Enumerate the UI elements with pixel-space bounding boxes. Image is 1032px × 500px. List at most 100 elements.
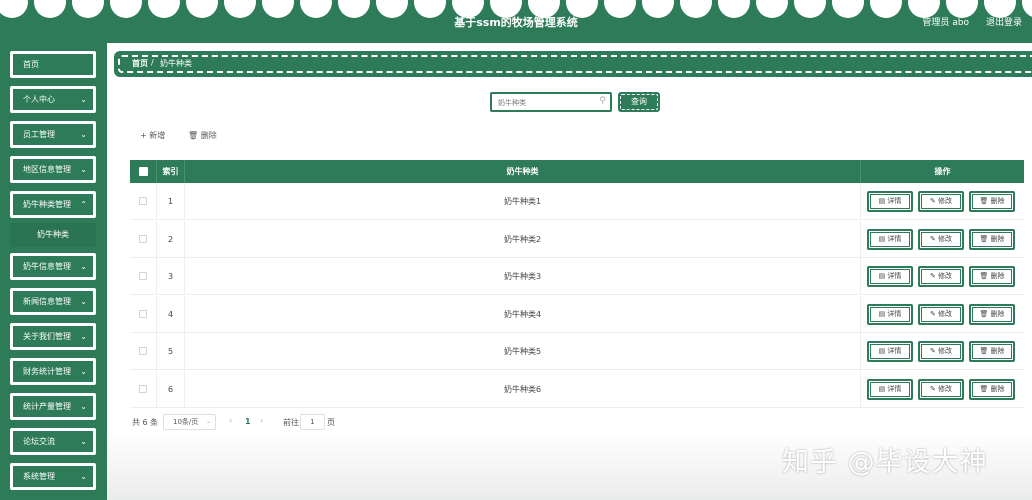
sidebar-item-system[interactable]: 系统管理 ⌄ [10,463,96,490]
chevron-down-icon: ⌄ [80,130,87,139]
row-checkbox[interactable] [139,197,147,205]
pencil-icon: ✎ [929,347,936,356]
app-header: 基于ssm的牧场管理系统 管理员 abo 退出登录 [0,0,1032,43]
delete-button-inner: 🗑 删除 [972,306,1012,322]
header-type: 奶牛种类 [185,160,861,183]
sidebar-item-finance[interactable]: 财务统计管理 ⌄ [10,358,96,385]
row-checkbox[interactable] [139,272,147,281]
edit-button-inner: ✎ 修改 [921,231,961,247]
row-actions: ▤ 详情 ✎ 修改 🗑 删除 [861,183,1024,220]
sidebar-item-news[interactable]: 新闻信息管理 ⌄ [10,288,96,315]
sidebar-item-forum[interactable]: 论坛交流 ⌄ [10,428,96,455]
row-select-cell [130,333,157,371]
sidebar-item-label: 关于我们管理 [23,332,71,341]
delete-button[interactable]: 🗑 删除 [969,191,1015,212]
sidebar-item-label: 财务统计管理 [23,367,71,376]
delete-button[interactable]: 🗑 删除 [969,341,1015,363]
edit-button[interactable]: ✎ 修改 [918,341,964,363]
document-icon: ▤ [878,309,886,318]
row-checkbox[interactable] [139,309,147,318]
detail-button[interactable]: ▤ 详情 [867,266,913,288]
edit-button-inner: ✎ 修改 [921,269,961,285]
row-actions: ▤ 详情 ✎ 修改 🗑 删除 [861,258,1024,295]
delete-label: 删除 [990,309,1005,318]
edit-button[interactable]: ✎ 修改 [918,379,964,400]
page-number-current[interactable]: 1 [245,417,251,426]
delete-button[interactable]: 🗑 删除 [969,266,1015,288]
row-actions: ▤ 详情 ✎ 修改 🗑 删除 [861,371,1024,408]
row-index: 4 [157,295,185,333]
select-all-checkbox[interactable] [139,167,148,176]
goto-label: 前往 [283,418,299,427]
pencil-icon: ✎ [929,272,936,281]
document-icon: ▤ [878,385,886,393]
chevron-down-icon: ⌄ [80,262,87,271]
delete-button[interactable]: 🗑 删除 [969,379,1015,400]
sidebar-item-home[interactable]: 首页 [10,51,96,78]
edit-button[interactable]: ✎ 修改 [918,266,964,288]
row-checkbox[interactable] [139,234,147,243]
query-button[interactable]: 查询 [618,92,660,112]
sidebar-item-region[interactable]: 地区信息管理 ⌄ [10,156,96,183]
detail-button-inner: ▤ 详情 [870,231,910,247]
chevron-down-icon: ⌄ [205,418,211,425]
row-type: 奶牛种类3 [185,258,861,296]
delete-button[interactable]: 🗑 删除 [969,228,1015,250]
detail-button[interactable]: ▤ 详情 [867,228,913,250]
header-select-all-cell [130,160,157,183]
add-button[interactable]: + 新增 [140,130,165,141]
detail-button[interactable]: ▤ 详情 [867,303,913,325]
detail-label: 详情 [887,385,902,393]
row-select-cell [130,295,157,333]
edit-button[interactable]: ✎ 修改 [918,228,964,250]
search-input[interactable] [498,96,594,109]
watermark: 知乎 @毕设大神 [782,447,988,478]
breadcrumb-home[interactable]: 首页 [132,58,148,69]
edit-button[interactable]: ✎ 修改 [918,303,964,325]
sidebar-item-cow-type[interactable]: 奶牛种类管理 ⌃ [10,191,96,218]
detail-button[interactable]: ▤ 详情 [867,379,913,400]
sidebar-item-about[interactable]: 关于我们管理 ⌄ [10,323,96,350]
table-header: 索引 奶牛种类 操作 [130,160,1024,183]
sidebar-item-output[interactable]: 统计产量管理 ⌄ [10,393,96,420]
sidebar-subitem-cow-type[interactable]: 奶牛种类 [10,223,96,247]
detail-label: 详情 [887,347,902,356]
sidebar-item-cow-info[interactable]: 奶牛信息管理 ⌄ [10,253,96,280]
row-select-cell [130,220,157,258]
trash-icon: 🗑 [188,131,199,140]
row-index: 5 [157,333,185,371]
trash-icon: 🗑 [979,385,989,393]
goto-page-input[interactable]: 1 [300,414,325,430]
table-row: 5 奶牛种类5 ▤ 详情 ✎ 修改 🗑 删除 [130,333,1024,371]
document-icon: ▤ [878,197,886,205]
edit-button[interactable]: ✎ 修改 [918,191,964,212]
chevron-down-icon: ⌄ [80,297,87,306]
sidebar-item-label: 地区信息管理 [23,165,71,174]
row-checkbox[interactable] [139,347,147,356]
prev-page-button[interactable]: ‹ [229,416,232,425]
detail-button[interactable]: ▤ 详情 [867,191,913,212]
row-index: 3 [157,258,185,296]
delete-label: 删除 [990,197,1005,205]
document-icon: ▤ [878,272,886,281]
row-checkbox[interactable] [139,385,147,393]
sidebar-item-label: 统计产量管理 [23,402,71,411]
batch-delete-button[interactable]: 🗑 删除 [188,130,217,141]
logout-link[interactable]: 退出登录 [986,15,1022,28]
sidebar-item-staff[interactable]: 员工管理 ⌄ [10,121,96,148]
detail-button[interactable]: ▤ 详情 [867,341,913,363]
row-actions: ▤ 详情 ✎ 修改 🗑 删除 [861,296,1024,333]
sidebar-item-personal-center[interactable]: 个人中心 ⌄ [10,86,96,113]
trash-icon: 🗑 [979,347,989,356]
next-page-button[interactable]: › [260,416,263,425]
chevron-down-icon: ⌄ [80,472,87,481]
trash-icon: 🗑 [979,197,989,205]
page-size-select[interactable]: 10条/页 ⌄ [163,414,216,430]
edit-label: 修改 [938,272,953,281]
edit-label: 修改 [938,234,953,243]
delete-button[interactable]: 🗑 删除 [969,303,1015,325]
trash-icon: 🗑 [979,234,989,243]
pencil-icon: ✎ [929,309,936,318]
sidebar: 首页 个人中心 ⌄ 员工管理 ⌄ 地区信息管理 ⌄ 奶牛种类管理 ⌃ 奶牛种类 奶牛信息… [0,43,107,500]
row-index: 6 [157,371,185,408]
